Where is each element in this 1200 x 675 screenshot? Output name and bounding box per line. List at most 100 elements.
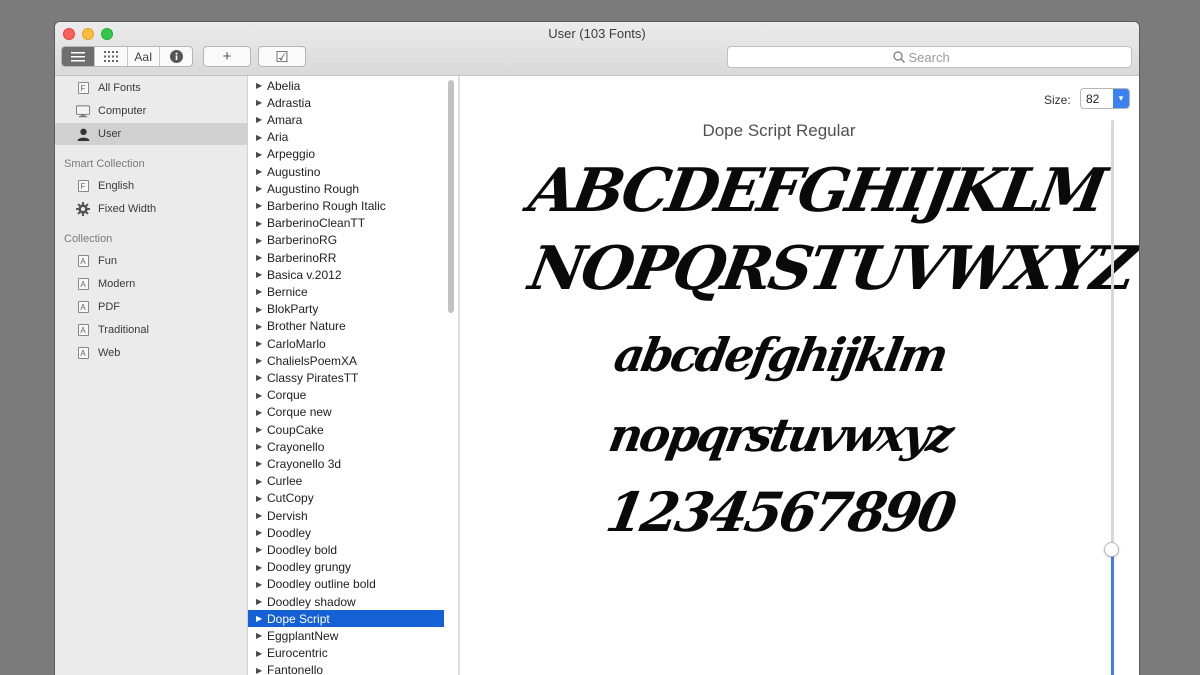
disclosure-triangle-icon[interactable]: ▶: [256, 442, 262, 451]
disclosure-triangle-icon[interactable]: ▶: [256, 425, 262, 434]
sidebar-item-traditional[interactable]: A Traditional: [55, 319, 247, 341]
font-info-button[interactable]: [160, 47, 192, 66]
font-list-item[interactable]: ▶ Brother Nature: [248, 318, 444, 335]
disclosure-triangle-icon[interactable]: ▶: [256, 563, 262, 572]
disclosure-triangle-icon[interactable]: ▶: [256, 580, 262, 589]
font-list-item[interactable]: ▶ Eurocentric: [248, 645, 444, 662]
font-list-item[interactable]: ▶ Doodley shadow: [248, 593, 444, 610]
font-list-item[interactable]: ▶ CoupCake: [248, 421, 444, 438]
add-font-button[interactable]: +: [203, 46, 251, 67]
disclosure-triangle-icon[interactable]: ▶: [256, 408, 262, 417]
custom-view-button[interactable]: AaI: [128, 47, 161, 66]
font-list-item[interactable]: ▶ EggplantNew: [248, 627, 444, 644]
disclosure-triangle-icon[interactable]: ▶: [256, 511, 262, 520]
disclosure-triangle-icon[interactable]: ▶: [256, 614, 262, 623]
font-list-item[interactable]: ▶ Crayonello 3d: [248, 455, 444, 472]
font-name-label: Augustino: [267, 164, 321, 179]
disclosure-triangle-icon[interactable]: ▶: [256, 81, 262, 90]
sample-view-button[interactable]: [62, 47, 95, 66]
sidebar-item-all-fonts[interactable]: F All Fonts: [55, 77, 247, 99]
disclosure-triangle-icon[interactable]: ▶: [256, 666, 262, 675]
font-list-item[interactable]: ▶ BarberinoCleanTT: [248, 215, 444, 232]
sidebar-item-computer[interactable]: Computer: [55, 100, 247, 122]
font-name-label: Doodley outline bold: [267, 577, 376, 592]
validate-font-button[interactable]: ☑: [258, 46, 306, 67]
font-list-item[interactable]: ▶ Adrastia: [248, 94, 444, 111]
sidebar-item-fun[interactable]: A Fun: [55, 250, 247, 272]
disclosure-triangle-icon[interactable]: ▶: [256, 339, 262, 348]
font-list-item[interactable]: ▶ Augustino Rough: [248, 180, 444, 197]
disclosure-triangle-icon[interactable]: ▶: [256, 287, 262, 296]
disclosure-triangle-icon[interactable]: ▶: [256, 597, 262, 606]
disclosure-triangle-icon[interactable]: ▶: [256, 631, 262, 640]
font-list-item[interactable]: ▶ Doodley: [248, 524, 444, 541]
font-list-item[interactable]: ▶ Classy PiratesTT: [248, 369, 444, 386]
font-list-item[interactable]: ▶ ChalielsPoemXA: [248, 352, 444, 369]
disclosure-triangle-icon[interactable]: ▶: [256, 201, 262, 210]
disclosure-triangle-icon[interactable]: ▶: [256, 528, 262, 537]
size-slider-thumb[interactable]: [1104, 542, 1119, 557]
disclosure-triangle-icon[interactable]: ▶: [256, 270, 262, 279]
font-list-item[interactable]: ▶ Doodley bold: [248, 541, 444, 558]
grid-view-button[interactable]: [95, 47, 128, 66]
font-file-icon: F: [76, 180, 90, 193]
font-list-item[interactable]: ▶ Abelia: [248, 77, 444, 94]
font-list-item[interactable]: ▶ BlokParty: [248, 301, 444, 318]
disclosure-triangle-icon[interactable]: ▶: [256, 305, 262, 314]
search-input[interactable]: [908, 49, 967, 65]
font-list-item[interactable]: ▶ Crayonello: [248, 438, 444, 455]
disclosure-triangle-icon[interactable]: ▶: [256, 356, 262, 365]
disclosure-triangle-icon[interactable]: ▶: [256, 391, 262, 400]
disclosure-triangle-icon[interactable]: ▶: [256, 545, 262, 554]
font-list-item[interactable]: ▶ Barberino Rough Italic: [248, 197, 444, 214]
disclosure-triangle-icon[interactable]: ▶: [256, 649, 262, 658]
sidebar-item-fixed-width[interactable]: Fixed Width: [55, 198, 247, 220]
font-name-label: Amara: [267, 112, 303, 127]
font-list-item[interactable]: ▶ Arpeggio: [248, 146, 444, 163]
disclosure-triangle-icon[interactable]: ▶: [256, 184, 262, 193]
font-list-item[interactable]: ▶ Curlee: [248, 473, 444, 490]
font-list-item[interactable]: ▶ Basica v.2012: [248, 266, 444, 283]
font-list-scrollbar[interactable]: [448, 80, 454, 313]
size-select[interactable]: 82 ▾: [1080, 88, 1130, 109]
sidebar-item-english[interactable]: F English: [55, 175, 247, 197]
sidebar-item-modern[interactable]: A Modern: [55, 273, 247, 295]
font-list-item[interactable]: ▶ BarberinoRG: [248, 232, 444, 249]
disclosure-triangle-icon[interactable]: ▶: [256, 133, 262, 142]
disclosure-triangle-icon[interactable]: ▶: [256, 459, 262, 468]
disclosure-triangle-icon[interactable]: ▶: [256, 150, 262, 159]
sidebar-item-user[interactable]: User: [55, 123, 247, 145]
font-list-item[interactable]: ▶ Fantonello: [248, 662, 444, 675]
font-list-item[interactable]: ▶ Dervish: [248, 507, 444, 524]
collection-header: Collection: [64, 233, 113, 245]
font-list-item[interactable]: ▶ Amara: [248, 111, 444, 128]
sidebar-item-web[interactable]: A Web: [55, 342, 247, 364]
grid-icon: [103, 51, 118, 62]
font-list-item[interactable]: ▶ Doodley grungy: [248, 559, 444, 576]
sidebar-item-label: Fixed Width: [98, 203, 157, 215]
font-list-item[interactable]: ▶ Doodley outline bold: [248, 576, 444, 593]
font-list-item[interactable]: ▶ Corque: [248, 387, 444, 404]
font-list-item[interactable]: ▶ BarberinoRR: [248, 249, 444, 266]
font-list-item[interactable]: ▶ Augustino: [248, 163, 444, 180]
font-list-item[interactable]: ▶ Aria: [248, 129, 444, 146]
disclosure-triangle-icon[interactable]: ▶: [256, 115, 262, 124]
size-slider-fill: [1111, 550, 1114, 675]
font-list-item[interactable]: ▶ Dope Script: [248, 610, 444, 628]
disclosure-triangle-icon[interactable]: ▶: [256, 98, 262, 107]
search-field[interactable]: [727, 46, 1132, 68]
disclosure-triangle-icon[interactable]: ▶: [256, 219, 262, 228]
font-list-item[interactable]: ▶ CutCopy: [248, 490, 444, 507]
disclosure-triangle-icon[interactable]: ▶: [256, 253, 262, 262]
disclosure-triangle-icon[interactable]: ▶: [256, 477, 262, 486]
disclosure-triangle-icon[interactable]: ▶: [256, 373, 262, 382]
disclosure-triangle-icon[interactable]: ▶: [256, 167, 262, 176]
disclosure-triangle-icon[interactable]: ▶: [256, 322, 262, 331]
font-list-item[interactable]: ▶ Bernice: [248, 283, 444, 300]
sidebar-item-pdf[interactable]: A PDF: [55, 296, 247, 318]
font-list-item[interactable]: ▶ Corque new: [248, 404, 444, 421]
disclosure-triangle-icon[interactable]: ▶: [256, 494, 262, 503]
disclosure-triangle-icon[interactable]: ▶: [256, 236, 262, 245]
font-name-label: Bernice: [267, 284, 308, 299]
font-list-item[interactable]: ▶ CarloMarlo: [248, 335, 444, 352]
